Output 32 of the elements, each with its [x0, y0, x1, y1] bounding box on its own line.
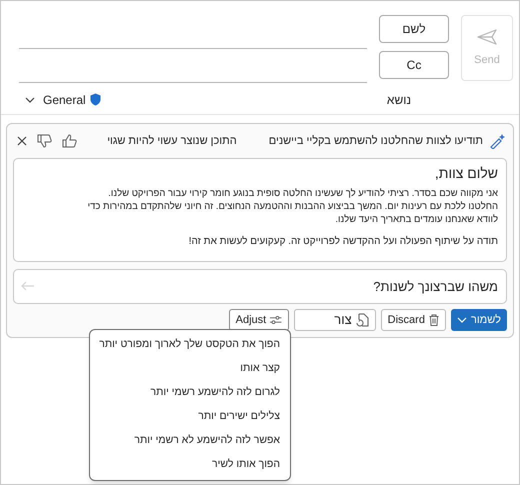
subject-label: נושא	[386, 92, 411, 108]
prompt-input-field[interactable]: משהו שברצונך לשנות?	[13, 269, 507, 304]
menu-item[interactable]: הפוך את הטקסט שלך לארוך ומפורט יותר	[90, 333, 290, 357]
refresh-page-icon	[356, 313, 369, 327]
menu-item[interactable]: לגרום לזה להישמע רשמי יותר	[90, 381, 290, 405]
keep-button[interactable]: לשמור	[450, 309, 507, 331]
discard-button[interactable]: Discard	[380, 309, 446, 331]
menu-item[interactable]: הפוך אותו לשיר	[90, 453, 290, 477]
regenerate-button[interactable]: צור	[294, 309, 376, 331]
draft-greeting: שלום צוות,	[434, 164, 498, 183]
thumbs-up-icon	[62, 134, 77, 148]
thumbs-down-icon	[37, 134, 52, 148]
chevron-down-icon	[456, 317, 467, 323]
arrow-left-icon	[21, 281, 35, 291]
menu-item[interactable]: צלילים ישירים יותר	[90, 405, 290, 429]
send-icon	[477, 28, 497, 46]
sliders-icon	[270, 315, 282, 325]
pen-sparkle-icon	[489, 133, 505, 149]
chevron-down-icon	[25, 96, 35, 102]
close-icon	[17, 136, 27, 146]
shield-icon	[90, 93, 101, 106]
menu-item[interactable]: אפשר לזה להישמע לא רשמי יותר	[90, 429, 290, 453]
recipient-button[interactable]: לשם	[379, 15, 449, 43]
prompt-text: תודיעו לצוות שהחלטנו להשתמש בקליי ביישנים	[268, 134, 483, 149]
trash-icon	[428, 314, 439, 326]
disclaimer-text: התוכן שנוצר עשוי להיות שגוי	[107, 134, 237, 149]
draft-body: אני מקווה שכם בסדר. רציתי להודיע לך שעשינו החלטה סופית בנוגע חומר קירוי עבור הפרויקט שלנו. החלטנו ללכת עם רעינות יום. המשך בביצוע ההבנות וההטמעה הנחוצים. זה חיוני שלהתקדם במהירות כדי לוודא שאנחנו עומדים בתאריך היעד שלנו.	[86, 187, 498, 226]
recipient-button[interactable]: Cc	[379, 51, 449, 79]
menu-item[interactable]: קצר אותו	[90, 357, 290, 381]
adjust-button[interactable]: Adjust	[228, 309, 289, 331]
sensitivity-dropdown[interactable]: General	[25, 90, 101, 108]
draft-closing: תודה על שיתוף הפעולה ועל ההקדשה לפרוייקט זה. קעקועים לעשות את זה!	[188, 235, 498, 248]
